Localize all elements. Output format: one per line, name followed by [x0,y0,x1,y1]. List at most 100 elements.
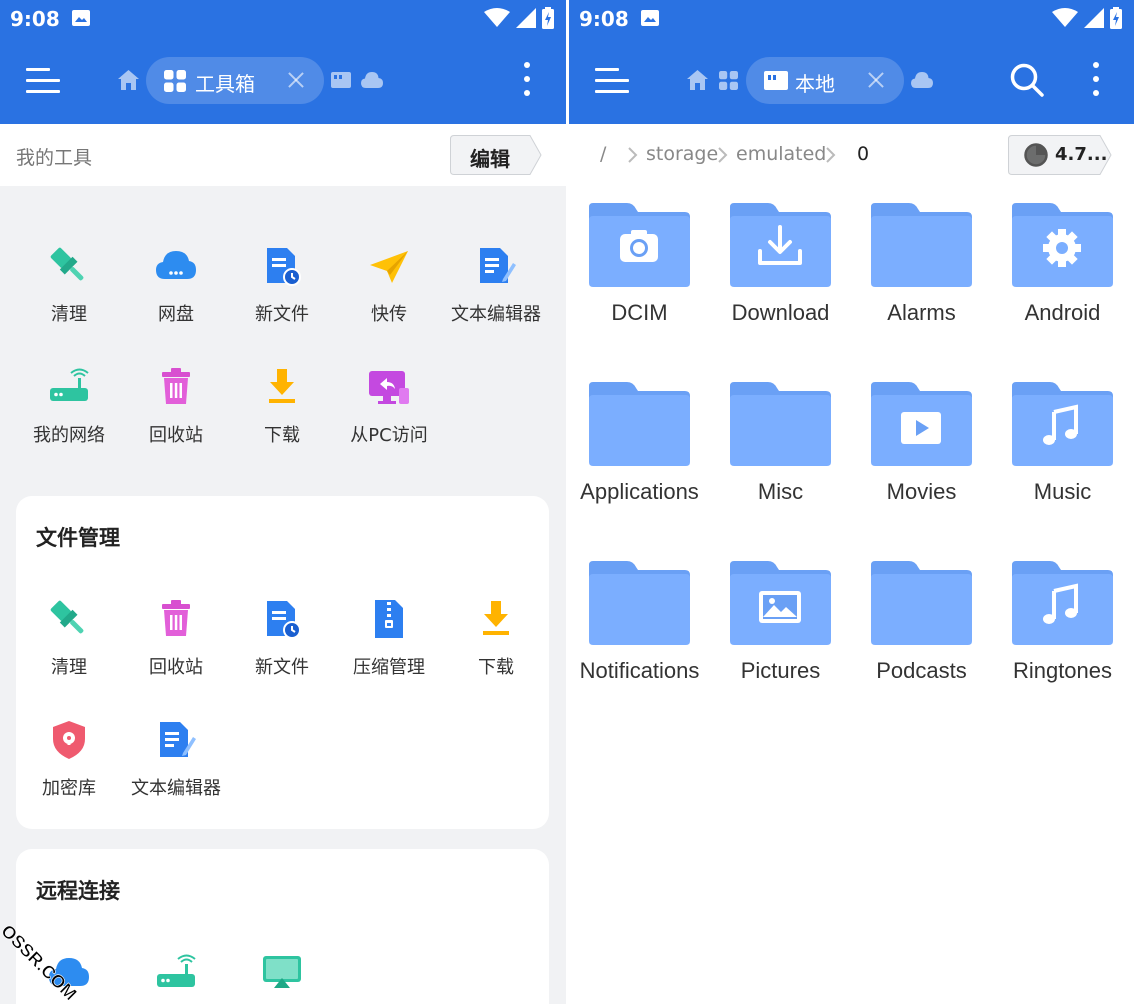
tool-label: 从PC访问 [350,425,428,446]
image-notification-icon [641,10,659,26]
cloud-icon[interactable] [911,72,933,88]
download-icon [483,601,509,635]
folder-item[interactable]: Alarms [851,203,992,363]
tab-toolbox[interactable]: 工具箱 [146,57,324,104]
my-tools-title: 我的工具 [16,147,93,169]
folder-name: Ringtones [1012,658,1113,683]
menu-button[interactable] [26,66,62,96]
folder-name: Download [731,300,830,325]
folder-icon [730,382,831,466]
folder-name: DCIM [611,300,668,325]
svg-text:OSSR.COM: OSSR.COM [0,921,81,1004]
broom-icon [50,600,84,634]
signal-icon [1084,8,1104,28]
cast-screen-icon [263,956,301,988]
trash-icon [162,600,190,636]
sd-card-icon [764,71,788,90]
trash-icon [162,368,190,404]
chevron-right-icon [628,147,638,163]
folder-item[interactable]: Android [992,203,1133,363]
cloud-icon[interactable] [361,72,383,88]
tool-label: 下载 [478,657,514,678]
chevron-right-icon [826,147,836,163]
battery-icon [542,7,554,29]
breadcrumb-root[interactable]: / [600,143,606,165]
folder-item[interactable]: Ringtones [992,561,1133,721]
right-app-bar: 9:08 本地 [569,0,1134,124]
router-icon [157,954,196,987]
grid-icon [164,70,186,92]
breadcrumb: / storage emulated 0 4.7... [569,124,1134,186]
folder-icon [1012,561,1113,645]
folder-icon [1012,382,1113,466]
folder-name: Notifications [579,658,700,683]
sd-card-icon[interactable] [331,72,351,88]
router-icon [50,368,89,401]
zip-icon [375,600,403,638]
wifi-icon [1052,8,1078,27]
edit-button[interactable]: 编辑 [450,135,542,175]
new-file-icon [267,248,301,286]
storage-usage-text: 4.7... [1055,144,1108,165]
folder-item[interactable]: Movies [851,382,992,542]
folder-name: Podcasts [876,658,967,683]
folder-name: Android [1024,300,1101,325]
download-icon [269,369,295,403]
folder-item[interactable]: Applications [569,382,710,542]
status-icons [484,6,554,30]
status-time: 9:08 [579,7,629,31]
folder-name: Alarms [887,300,956,325]
folder-icon [1012,203,1113,287]
folder-item[interactable]: Pictures [710,561,851,721]
storage-usage-button[interactable]: 4.7... [1008,135,1112,175]
folder-icon [730,561,831,645]
text-editor-icon [480,248,516,283]
status-time: 9:08 [10,7,60,31]
tab-local[interactable]: 本地 [746,57,904,104]
breadcrumb-emulated[interactable]: emulated [736,143,826,165]
folder-icon [871,382,972,466]
status-icons [1052,6,1122,30]
home-icon[interactable] [118,70,139,90]
card-title: 远程连接 [36,879,120,903]
local-files-panel: 9:08 本地 / storage emulated 0 4.7... DCIM… [569,0,1134,1004]
folder-item[interactable]: Download [710,203,851,363]
picture-icon [759,591,801,623]
camera-icon [620,230,658,262]
more-options-button[interactable] [1091,62,1101,98]
folder-name: Movies [886,479,957,504]
menu-button[interactable] [595,66,631,96]
folder-item[interactable]: Notifications [569,561,710,721]
folder-item[interactable]: Podcasts [851,561,992,721]
breadcrumb-storage[interactable]: storage [646,143,718,165]
play-icon [901,412,941,444]
left-app-bar: 9:08 工具箱 [0,0,566,124]
watermark-logo: OSSR.COM [0,920,81,1004]
pc-access-icon [369,371,409,404]
chevron-right-icon [718,147,728,163]
folder-item[interactable]: DCIM [569,203,710,363]
wifi-icon [484,8,510,27]
paper-plane-icon [370,251,408,283]
folder-icon [589,203,690,287]
home-icon[interactable] [687,70,708,90]
tab-toolbox-label: 工具箱 [195,72,255,96]
folder-item[interactable]: Music [992,382,1133,542]
folder-icon [730,203,831,287]
toolbox-panel: 9:08 工具箱 我的工具 编辑 清理 网盘 新文件 快传 文本编辑器 我的网络… [0,0,566,1004]
search-icon[interactable] [1010,63,1044,97]
tool-label: 文本编辑器 [451,304,541,325]
close-tab-icon[interactable] [286,70,306,90]
screen: 9:08 工具箱 我的工具 编辑 清理 网盘 新文件 快传 文本编辑器 我的网络… [0,0,1134,1004]
folder-item[interactable]: Misc [710,382,851,542]
folder-name: Applications [580,479,699,504]
folder-name: Pictures [740,658,821,683]
vault-shield-icon [53,721,85,759]
tool-label: 文本编辑器 [131,778,221,799]
breadcrumb-current[interactable]: 0 [857,143,869,165]
text-editor-icon [160,722,196,757]
close-tab-icon[interactable] [866,70,886,90]
more-options-button[interactable] [522,62,532,98]
edit-label: 编辑 [470,147,510,171]
grid-icon[interactable] [719,71,738,90]
